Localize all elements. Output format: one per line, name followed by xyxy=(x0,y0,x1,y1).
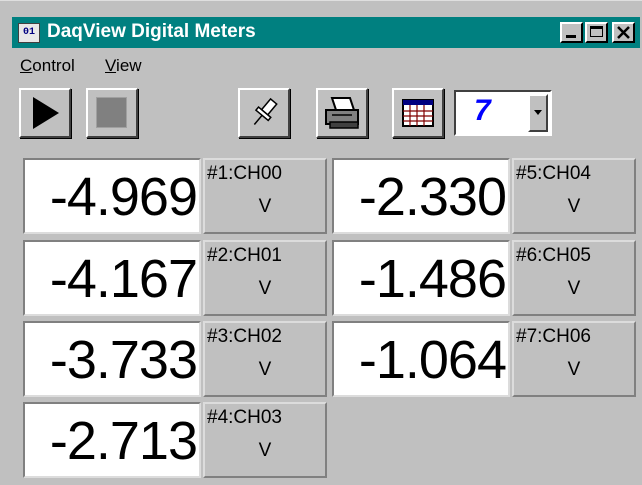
meter-ch06: -1.064 #7:CH06 V xyxy=(332,321,636,397)
title-bar[interactable]: 01 DaqView Digital Meters xyxy=(12,17,640,48)
chevron-down-icon xyxy=(534,110,542,115)
meter-channel: #1:CH00 xyxy=(207,163,282,184)
meter-value: -1.064 xyxy=(358,330,507,390)
meter-label-box: #4:CH03 V xyxy=(203,402,327,478)
meter-value: -3.733 xyxy=(49,330,198,390)
meter-unit: V xyxy=(258,359,272,380)
meter-label-box: #1:CH00 V xyxy=(203,158,327,234)
meter-value: -4.167 xyxy=(49,249,198,309)
meter-unit: V xyxy=(567,359,581,380)
maximize-icon xyxy=(590,26,603,37)
stop-button[interactable] xyxy=(86,88,138,138)
grid-icon xyxy=(402,99,434,127)
meter-count-value: 7 xyxy=(474,94,491,127)
pin-button[interactable] xyxy=(238,88,290,138)
meter-channel: #3:CH02 xyxy=(207,326,282,347)
menu-control-label: ontrol xyxy=(32,56,75,75)
meter-ch04: -2.330 #5:CH04 V xyxy=(332,158,636,234)
menu-control[interactable]: Control xyxy=(20,56,75,76)
dropdown-button[interactable] xyxy=(528,94,548,132)
meter-channel: #5:CH04 xyxy=(516,163,591,184)
meter-label-box: #6:CH05 V xyxy=(512,240,636,316)
meter-label-box: #2:CH01 V xyxy=(203,240,327,316)
minimize-icon xyxy=(566,35,576,38)
meter-label-box: #5:CH04 V xyxy=(512,158,636,234)
menu-view-label: iew xyxy=(116,56,142,75)
meter-count-select[interactable]: 7 xyxy=(454,90,552,136)
meter-value-box: -1.486 xyxy=(332,240,510,316)
meter-ch01: -4.167 #2:CH01 V xyxy=(23,240,327,316)
daqview-window: 01 DaqView Digital Meters Control View 7… xyxy=(0,0,642,485)
meter-value-box: -1.064 xyxy=(332,321,510,397)
meter-channel: #6:CH05 xyxy=(516,245,591,266)
meter-unit: V xyxy=(567,278,581,299)
window-title: DaqView Digital Meters xyxy=(47,21,256,42)
meter-ch00: -4.969 #1:CH00 V xyxy=(23,158,327,234)
grid-view-button[interactable] xyxy=(392,88,444,138)
meter-value-box: -4.167 xyxy=(23,240,201,316)
meter-value-box: -2.330 xyxy=(332,158,510,234)
meter-value: -2.330 xyxy=(358,167,507,227)
play-icon xyxy=(33,97,59,129)
meter-label-box: #3:CH02 V xyxy=(203,321,327,397)
meter-unit: V xyxy=(258,196,272,217)
meter-unit: V xyxy=(567,196,581,217)
meter-value-box: -2.713 xyxy=(23,402,201,478)
print-button[interactable] xyxy=(316,88,368,138)
start-button[interactable] xyxy=(19,88,71,138)
minimize-button[interactable] xyxy=(560,22,583,43)
meter-value: -1.486 xyxy=(358,249,507,309)
meter-channel: #2:CH01 xyxy=(207,245,282,266)
close-button[interactable] xyxy=(612,22,635,43)
meter-value: -2.713 xyxy=(49,411,198,471)
menu-control-accel: C xyxy=(20,56,33,75)
maximize-button[interactable] xyxy=(585,22,608,43)
meter-ch03: -2.713 #4:CH03 V xyxy=(23,402,327,478)
meter-ch02: -3.733 #3:CH02 V xyxy=(23,321,327,397)
meter-channel: #7:CH06 xyxy=(516,326,591,347)
meter-unit: V xyxy=(258,440,272,461)
meter-unit: V xyxy=(258,278,272,299)
stop-icon xyxy=(96,97,127,128)
meter-ch05: -1.486 #6:CH05 V xyxy=(332,240,636,316)
pin-icon xyxy=(253,97,278,125)
meter-label-box: #7:CH06 V xyxy=(512,321,636,397)
print-icon xyxy=(325,97,359,129)
meter-value-box: -4.969 xyxy=(23,158,201,234)
meter-channel: #4:CH03 xyxy=(207,407,282,428)
meter-value-box: -3.733 xyxy=(23,321,201,397)
close-icon xyxy=(617,26,630,39)
menu-view[interactable]: View xyxy=(105,56,142,76)
app-icon[interactable]: 01 xyxy=(18,23,40,43)
meter-value: -4.969 xyxy=(49,167,198,227)
menu-view-accel: V xyxy=(105,56,117,75)
